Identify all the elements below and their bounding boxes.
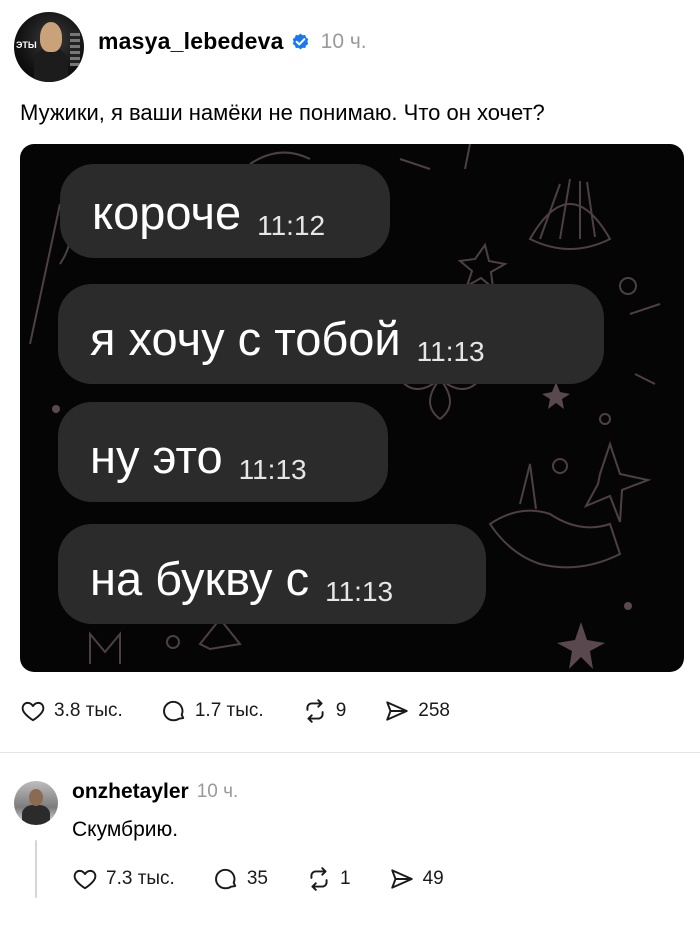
share-count: 258: [418, 700, 450, 721]
heart-icon: [21, 701, 45, 722]
repost-count: 1: [339, 868, 351, 889]
thread-line: [35, 840, 37, 898]
chat-message-time: 11:13: [416, 336, 485, 367]
chat-message-time: 11:13: [325, 576, 394, 607]
chat-bubble-3: ну это 11:13: [58, 402, 388, 502]
share-icon: [386, 701, 408, 721]
like-button[interactable]: 3.8 тыс.: [20, 698, 123, 724]
post-time: 10 ч.: [320, 29, 367, 53]
like-button[interactable]: 7.3 тыс.: [72, 866, 175, 892]
reply-button[interactable]: 1.7 тыс.: [161, 698, 264, 724]
repost-count: 9: [335, 700, 347, 721]
chat-message-time: 11:13: [238, 454, 307, 485]
comment-icon: [162, 700, 185, 722]
post-text: Мужики, я ваши намёки не понимаю. Что он…: [20, 100, 545, 125]
share-count: 49: [422, 868, 444, 889]
commenter-avatar[interactable]: [14, 781, 58, 825]
chat-bubble-4: на букву с 11:13: [58, 524, 486, 624]
repost-button[interactable]: 9: [302, 698, 347, 724]
avatar-figure-body: [34, 48, 68, 82]
chat-bubble-1: короче 11:12: [60, 164, 390, 258]
repost-icon: [310, 867, 328, 891]
post-meta: masya_lebedeva 10 ч.: [98, 28, 367, 55]
repost-button[interactable]: 1: [306, 866, 351, 892]
avatar-figure-head: [29, 789, 43, 806]
avatar-background: [70, 30, 80, 66]
comment-actions: 7.3 тыс. 35 1 49: [72, 866, 482, 892]
chat-message-text: ну это: [90, 430, 223, 483]
comment-text: Скумбрию.: [72, 818, 179, 841]
avatar-figure-head: [40, 22, 62, 52]
verified-badge-icon: [292, 33, 308, 50]
repost-icon: [306, 699, 324, 723]
divider: [0, 752, 700, 753]
chat-bubble-2: я хочу с тобой 11:13: [58, 284, 604, 384]
comment-time: 10 ч.: [196, 781, 239, 802]
reply-count: 1.7 тыс.: [194, 700, 264, 721]
share-icon: [390, 869, 413, 889]
heart-icon: [73, 869, 97, 890]
comment-icon: [214, 868, 237, 890]
reply-button[interactable]: 35: [213, 866, 268, 892]
post-actions: 3.8 тыс. 1.7 тыс. 9 258: [20, 698, 488, 724]
reply-count: 35: [246, 868, 268, 889]
like-count: 3.8 тыс.: [54, 700, 123, 721]
author-username[interactable]: masya_lebedeva: [98, 28, 284, 55]
chat-message-text: короче: [92, 186, 242, 239]
post-image[interactable]: короче 11:12 я хочу с тобой 11:13 ну это…: [20, 144, 684, 672]
author-avatar[interactable]: ЭТЫ: [14, 12, 84, 82]
avatar-tag-text: ЭТЫ: [16, 40, 37, 50]
share-button[interactable]: 258: [384, 698, 450, 724]
like-count: 7.3 тыс.: [106, 868, 175, 889]
commenter-username[interactable]: onzhetayler: [72, 780, 189, 804]
avatar-figure-body: [22, 805, 50, 825]
share-button[interactable]: 49: [389, 866, 444, 892]
chat-message-text: на букву с: [90, 552, 310, 605]
comment-meta: onzhetayler 10 ч.: [72, 780, 238, 804]
post-header: ЭТЫ masya_lebedeva 10 ч.: [14, 12, 367, 82]
chat-message-text: я хочу с тобой: [90, 312, 401, 365]
chat-message-time: 11:12: [257, 210, 326, 241]
